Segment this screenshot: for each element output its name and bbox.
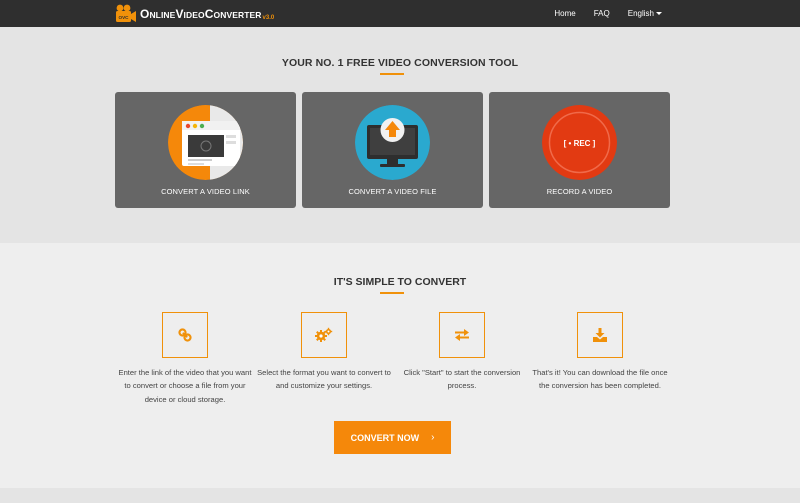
download-icon — [577, 312, 623, 358]
record-icon: [ • REC ] — [542, 105, 617, 180]
logo-version: v3.0 — [262, 15, 275, 21]
rec-badge: [ • REC ] — [564, 139, 596, 148]
steps-list: Enter the link of the video that you wan… — [115, 312, 670, 412]
link-icon — [162, 312, 208, 358]
site-logo[interactable]: OVC ONLINEVIDEOCONVERTER v3.0 — [115, 3, 274, 25]
step-item: Select the format you want to convert to… — [254, 312, 394, 393]
how-it-works-section: IT'S SIMPLE TO CONVERT Enter the link of… — [0, 243, 800, 488]
footer-strip — [0, 488, 800, 503]
step-item: That's it! You can download the file onc… — [530, 312, 670, 393]
top-navbar: OVC ONLINEVIDEOCONVERTER v3.0 Home FAQ E… — [0, 0, 800, 27]
title-underline — [380, 73, 404, 75]
convert-now-label: CONVERT NOW — [350, 432, 420, 443]
step-text: Enter the link of the video that you wan… — [118, 368, 252, 404]
convert-file-card[interactable]: CONVERT A VIDEO FILE — [302, 92, 483, 208]
hero-section: YOUR NO. 1 FREE VIDEO CONVERSION TOOL CO… — [0, 27, 800, 243]
monitor-upload-icon — [355, 105, 430, 180]
conversion-options: CONVERT A VIDEO LINK CONVERT A VIDEO FIL… — [115, 92, 670, 208]
step-item: Click "Start" to start the conversion pr… — [392, 312, 532, 393]
camera-logo-icon: OVC — [115, 4, 137, 24]
section-title-underline — [380, 292, 404, 294]
section-title: IT'S SIMPLE TO CONVERT — [333, 276, 467, 288]
hero-title: YOUR NO. 1 FREE VIDEO CONVERSION TOOL — [281, 57, 519, 69]
convert-link-card[interactable]: CONVERT A VIDEO LINK — [115, 92, 296, 208]
step-text: Click "Start" to start the conversion pr… — [403, 368, 521, 391]
gears-icon — [301, 312, 347, 358]
exchange-icon — [439, 312, 485, 358]
chevron-right-icon: › — [431, 432, 435, 443]
record-video-label: RECORD A VIDEO — [546, 187, 613, 196]
convert-now-button[interactable]: CONVERT NOW › — [334, 421, 451, 454]
step-item: Enter the link of the video that you wan… — [115, 312, 255, 406]
logo-badge-text: OVC — [119, 15, 130, 20]
language-dropdown[interactable]: English — [628, 9, 662, 18]
caret-down-icon — [656, 12, 662, 15]
main-nav: Home FAQ English — [554, 0, 662, 27]
step-text: Select the format you want to convert to… — [257, 368, 391, 391]
language-label: English — [627, 9, 654, 18]
browser-video-icon — [168, 105, 243, 180]
convert-link-label: CONVERT A VIDEO LINK — [161, 187, 250, 196]
nav-home-link[interactable]: Home — [554, 9, 575, 18]
convert-file-label: CONVERT A VIDEO FILE — [348, 187, 437, 196]
record-video-card[interactable]: [ • REC ] RECORD A VIDEO — [489, 92, 670, 208]
step-text: That's it! You can download the file onc… — [532, 368, 668, 391]
nav-faq-link[interactable]: FAQ — [594, 9, 610, 18]
logo-wordmark: ONLINEVIDEOCONVERTER — [140, 7, 262, 21]
